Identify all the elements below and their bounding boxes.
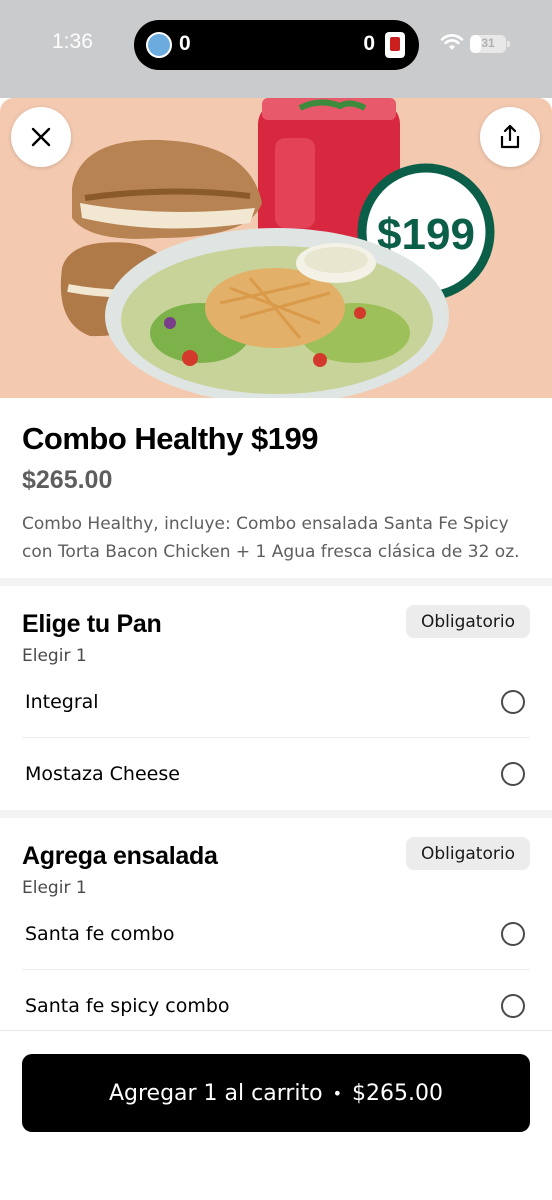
option-label: Mostaza Cheese <box>25 763 180 785</box>
product-title: Combo Healthy $199 <box>22 421 318 456</box>
section-title-pan: Elige tu Pan <box>22 610 162 638</box>
share-icon <box>500 124 520 149</box>
radio-button-icon[interactable] <box>501 762 525 786</box>
battery-icon: 31 <box>470 35 506 53</box>
live-activity-scoreboard[interactable]: 0 0 <box>134 20 419 70</box>
add-to-cart-label: Agregar 1 al carrito <box>108 1080 323 1106</box>
radio-button-icon[interactable] <box>501 689 525 714</box>
wifi-icon <box>440 34 464 50</box>
close-icon <box>31 127 51 147</box>
combo-food-illustration: $199 <box>0 98 552 398</box>
product-description: Combo Healthy, incluye: Combo ensalada S… <box>22 514 520 562</box>
close-button[interactable] <box>11 107 71 167</box>
section-title-ensalada: Agrega ensalada <box>22 842 218 870</box>
battery-percentage: 31 <box>481 36 495 50</box>
section-divider <box>0 810 552 818</box>
section-subtitle-ensalada: Elegir 1 <box>22 878 87 898</box>
option-integral[interactable]: Integral <box>22 666 530 738</box>
add-to-cart-price: $265.00 <box>352 1080 444 1106</box>
away-score: 0 <box>363 32 375 55</box>
home-score: 0 <box>179 32 191 55</box>
radio-button-icon[interactable] <box>501 921 525 946</box>
radio-button-icon[interactable] <box>501 994 525 1018</box>
battery-tip <box>507 41 510 47</box>
option-label: Santa fe spicy combo <box>25 995 230 1017</box>
home-team-crest-icon <box>146 32 172 58</box>
option-santa-fe-combo[interactable]: Santa fe combo <box>22 898 530 970</box>
status-bar: 1:36 0 0 31 <box>0 0 552 98</box>
away-team-crest-icon <box>385 32 405 58</box>
section-subtitle-pan: Elegir 1 <box>22 646 87 666</box>
product-hero-image: $199 <box>0 98 552 398</box>
option-label: Integral <box>25 690 99 713</box>
option-label: Santa fe combo <box>25 922 175 945</box>
section-divider <box>0 578 552 586</box>
add-to-cart-button[interactable]: Agregar 1 al carrito • $265.00 <box>22 1054 530 1132</box>
option-mostaza-cheese[interactable]: Mostaza Cheese <box>22 738 530 810</box>
required-badge: Obligatorio <box>406 605 530 638</box>
required-badge: Obligatorio <box>406 837 530 870</box>
share-button[interactable] <box>480 107 540 167</box>
status-time: 1:36 <box>52 30 93 53</box>
product-price: $265.00 <box>22 466 113 494</box>
add-to-cart-separator: • <box>332 1083 343 1103</box>
